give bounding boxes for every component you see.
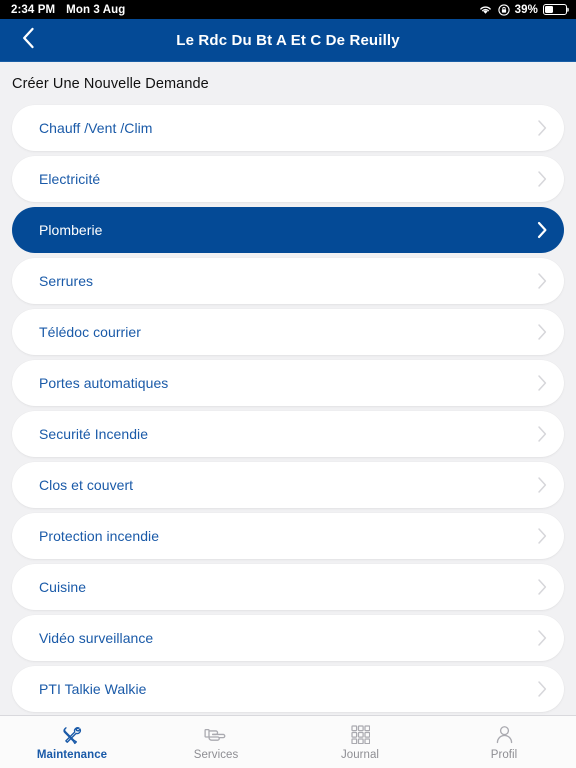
tab-label: Profil — [490, 748, 518, 761]
tab-label: Journal — [340, 748, 380, 761]
category-label: Portes automatiques — [39, 375, 169, 391]
tab-services[interactable]: Services — [144, 716, 288, 768]
category-label: Clos et couvert — [39, 477, 134, 493]
person-icon — [494, 724, 515, 746]
category-row[interactable]: Chauff /Vent /Clim — [12, 105, 564, 151]
page-title: Créer Une Nouvelle Demande — [12, 76, 209, 92]
category-label: Securité Incendie — [39, 426, 149, 442]
chevron-right-icon — [538, 120, 547, 136]
category-label: Télédoc courrier — [39, 324, 141, 340]
category-label: Vidéo surveillance — [39, 630, 154, 646]
app-screen: 2:34 PM Mon 3 Aug 39% Le Rdc Du Bt A Et … — [0, 0, 576, 768]
category-label: Electricité — [39, 171, 101, 187]
status-bar: 2:34 PM Mon 3 Aug 39% — [0, 0, 576, 19]
chevron-right-icon — [538, 579, 547, 595]
category-list: Chauff /Vent /Clim Electricité Plomberie Se… — [0, 105, 576, 712]
category-row[interactable]: Cuisine — [12, 564, 564, 610]
chevron-right-icon — [538, 171, 547, 187]
chevron-left-icon — [21, 26, 36, 55]
category-row[interactable]: Plomberie — [12, 207, 564, 253]
hand-icon — [204, 724, 228, 746]
wifi-icon — [478, 4, 493, 15]
rotation-lock-icon — [498, 3, 510, 16]
category-row[interactable]: PTI Talkie Walkie — [12, 666, 564, 712]
chevron-right-icon — [538, 477, 547, 493]
status-time: 2:34 PM — [11, 3, 56, 16]
tab-label: Maintenance — [36, 748, 108, 761]
category-label: Serrures — [39, 273, 94, 289]
category-row[interactable]: Clos et couvert — [12, 462, 564, 508]
page-header-title: Le Rdc Du Bt A Et C De Reuilly — [176, 31, 400, 49]
status-indicators: 39% — [478, 4, 567, 16]
category-label: PTI Talkie Walkie — [39, 681, 147, 697]
category-row[interactable]: Electricité — [12, 156, 564, 202]
chevron-right-icon — [538, 324, 547, 340]
grid-icon — [350, 724, 370, 746]
bottom-tab-bar: Maintenance Services Journal Profil — [0, 715, 576, 768]
chevron-right-icon — [538, 681, 547, 697]
tab-journal[interactable]: Journal — [288, 716, 432, 768]
category-row[interactable]: Serrures — [12, 258, 564, 304]
category-label: Chauff /Vent /Clim — [39, 120, 153, 136]
content-area: Créer Une Nouvelle Demande Chauff /Vent … — [0, 62, 576, 715]
tab-label: Services — [193, 748, 239, 761]
category-row[interactable]: Securité Incendie — [12, 411, 564, 457]
chevron-right-icon — [537, 221, 547, 239]
category-row[interactable]: Télédoc courrier — [12, 309, 564, 355]
tab-maintenance[interactable]: Maintenance — [0, 716, 144, 768]
chevron-right-icon — [538, 273, 547, 289]
battery-percent: 39% — [514, 3, 538, 16]
tab-profil[interactable]: Profil — [432, 716, 576, 768]
chevron-right-icon — [538, 426, 547, 442]
battery-icon — [543, 4, 567, 15]
back-button[interactable] — [13, 25, 43, 55]
category-label: Cuisine — [39, 579, 87, 595]
chevron-right-icon — [538, 528, 547, 544]
chevron-right-icon — [538, 375, 547, 391]
category-row[interactable]: Portes automatiques — [12, 360, 564, 406]
category-label: Plomberie — [39, 222, 103, 238]
chevron-right-icon — [538, 630, 547, 646]
navigation-bar: Le Rdc Du Bt A Et C De Reuilly — [0, 19, 576, 62]
category-label: Protection incendie — [39, 528, 160, 544]
category-row[interactable]: Protection incendie — [12, 513, 564, 559]
tools-icon — [61, 724, 83, 746]
status-date: Mon 3 Aug — [66, 3, 126, 16]
category-row[interactable]: Vidéo surveillance — [12, 615, 564, 661]
